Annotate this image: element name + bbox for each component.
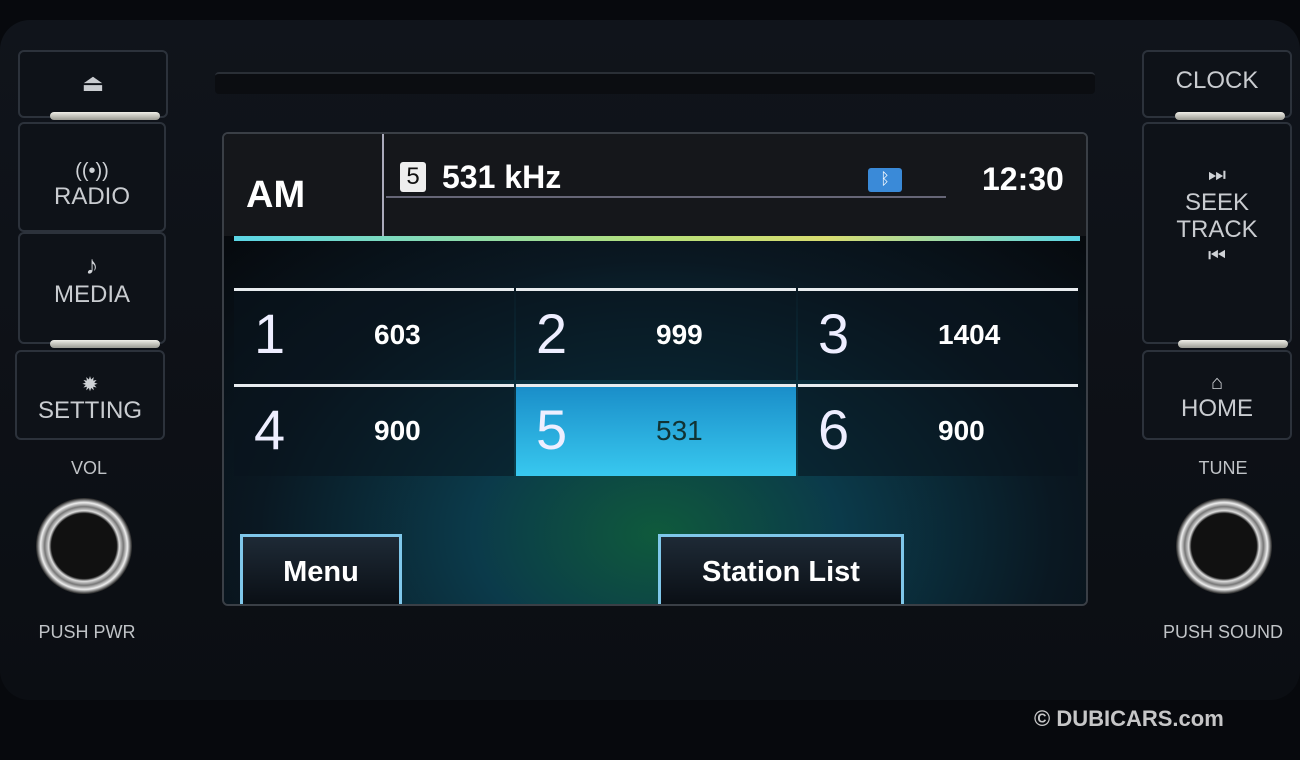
vol-label: VOL xyxy=(70,458,108,478)
media-button[interactable]: ♪ MEDIA xyxy=(18,232,166,344)
preset-number: 6 xyxy=(818,398,850,461)
setting-button[interactable]: ✹ SETTING xyxy=(15,350,165,440)
music-note-icon: ♪ xyxy=(85,250,99,280)
cd-slot xyxy=(215,72,1095,94)
eject-icon: ⏏ xyxy=(81,70,105,97)
gear-icon: ✹ xyxy=(81,374,99,396)
push-sound-label: PUSH SOUND xyxy=(1162,622,1283,642)
volume-knob[interactable] xyxy=(36,498,132,594)
bluetooth-icon: ᛒ xyxy=(868,168,902,192)
preset-button-1[interactable]: 1 603 xyxy=(234,288,514,380)
preset-button-5[interactable]: 5 531 xyxy=(516,384,796,476)
preset-number: 1 xyxy=(254,302,286,365)
home-button[interactable]: ⌂ HOME xyxy=(1142,350,1292,440)
preset-frequency: 603 xyxy=(374,319,421,350)
status-header: AM 5 531 kHz ᛒ 12:30 xyxy=(224,134,1086,236)
previous-track-icon: ⏮ xyxy=(1208,245,1226,267)
touch-screen: AM 5 531 kHz ᛒ 12:30 1 603 2 999 3 1404 4 900 5 5… xyxy=(222,132,1088,606)
clock-button[interactable]: CLOCK xyxy=(1142,50,1292,118)
push-pwr-label: PUSH PWR xyxy=(38,622,136,642)
home-icon: ⌂ xyxy=(1210,372,1224,394)
button-light xyxy=(1178,340,1288,348)
eject-button[interactable]: ⏏ xyxy=(18,50,168,118)
button-light xyxy=(50,340,160,348)
preset-badge: 5 xyxy=(400,162,426,192)
clock-display: 12:30 xyxy=(982,161,1064,197)
preset-number: 4 xyxy=(254,398,286,461)
band-box: AM xyxy=(224,134,384,236)
radio-button[interactable]: ((•)) RADIO xyxy=(18,122,166,232)
band-label: AM xyxy=(246,174,306,216)
station-list-button[interactable]: Station List xyxy=(658,534,904,604)
preset-frequency: 531 xyxy=(656,415,703,446)
preset-frequency: 900 xyxy=(938,415,985,446)
frequency-display: 531 kHz xyxy=(442,159,562,195)
accent-line xyxy=(234,236,1080,241)
radio-waves-icon: ((•)) xyxy=(75,160,109,182)
preset-button-4[interactable]: 4 900 xyxy=(234,384,514,476)
preset-button-2[interactable]: 2 999 xyxy=(516,288,796,380)
preset-number: 3 xyxy=(818,302,850,365)
preset-button-3[interactable]: 3 1404 xyxy=(798,288,1078,380)
next-track-icon: ⏭ xyxy=(1208,164,1226,186)
preset-button-6[interactable]: 6 900 xyxy=(798,384,1078,476)
preset-number: 5 xyxy=(536,398,568,461)
preset-frequency: 900 xyxy=(374,415,421,446)
preset-frequency: 1404 xyxy=(938,319,1001,350)
tune-label: TUNE xyxy=(1198,458,1248,478)
seek-track-button[interactable]: ⏭ SEEK TRACK ⏮ xyxy=(1142,122,1292,344)
preset-number: 2 xyxy=(536,302,568,365)
watermark: © DUBICARS.com xyxy=(1034,706,1224,731)
button-light xyxy=(50,112,160,120)
preset-frequency: 999 xyxy=(656,319,703,350)
button-light xyxy=(1175,112,1285,120)
divider xyxy=(386,196,946,198)
menu-button[interactable]: Menu xyxy=(240,534,402,604)
tune-knob[interactable] xyxy=(1176,498,1272,594)
